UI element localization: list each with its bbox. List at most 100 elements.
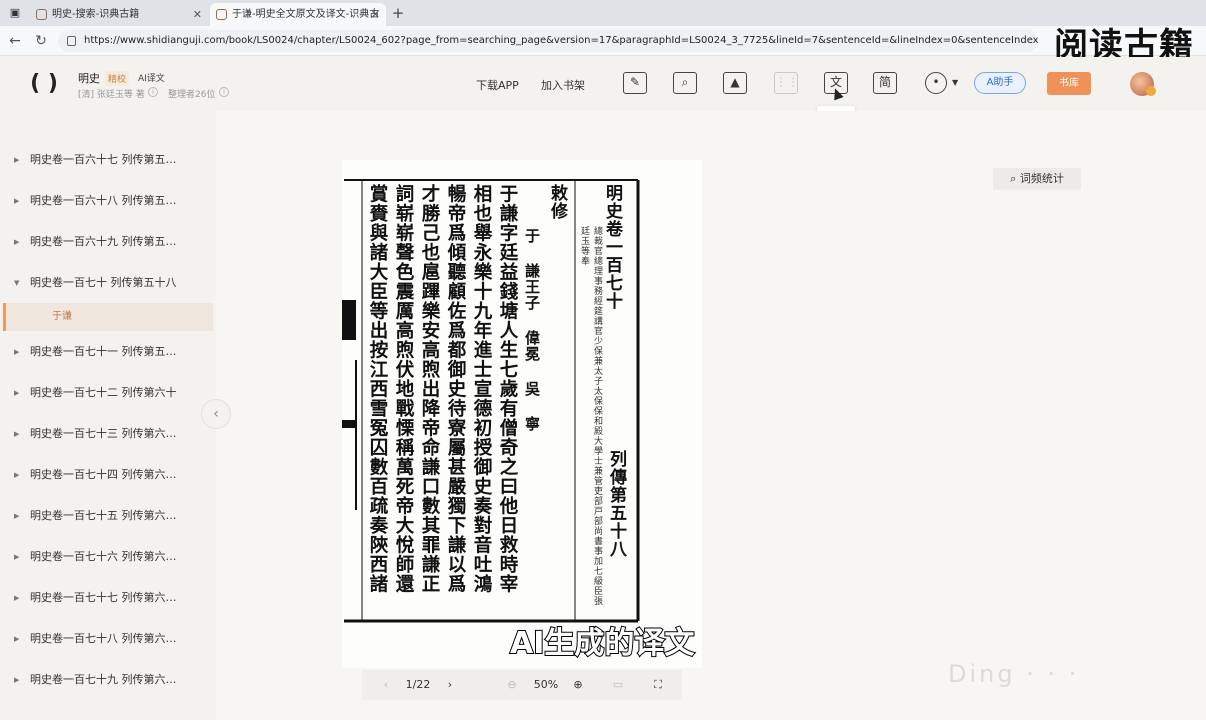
video-subtitle: AI生成的译文 xyxy=(509,625,695,662)
download-app-link[interactable]: 下载APP xyxy=(476,77,519,93)
zoom-in-icon[interactable]: ⊕ xyxy=(568,670,588,700)
toc-item-label: 明史卷一百七十九 列传第六… xyxy=(30,673,177,686)
zoom-out-icon[interactable]: ⊖ xyxy=(502,670,522,700)
simplified-chinese-button[interactable]: 简 xyxy=(873,72,897,94)
chevron-right-icon: ▶ xyxy=(14,553,20,561)
word-frequency-button[interactable]: ⌕ 词频统计 xyxy=(993,168,1081,190)
actual-size-icon[interactable]: ▭ xyxy=(608,670,628,700)
zoom-level: 50% xyxy=(533,678,559,691)
chevron-right-icon: ▶ xyxy=(14,676,20,684)
ai-assistant-button[interactable]: A助手 xyxy=(974,72,1026,94)
search-icon[interactable]: ⌕ xyxy=(673,72,697,94)
toc-item-label: 明史卷一百七十三 列传第六… xyxy=(30,427,177,440)
toc-subitem-active[interactable]: 于谦 xyxy=(3,303,213,331)
scan-column: 敕修 xyxy=(547,184,567,220)
scan-column: 賞賚與諸大臣等出按江西雪冤囚數百疏奏陝西諸 xyxy=(367,184,388,594)
scan-column: 列傳第五十八 xyxy=(606,450,626,558)
toc-item[interactable]: ▶ 明史卷一百六十七 列传第五… xyxy=(0,145,216,175)
toc-item-label: 明史卷一百六十八 列传第五… xyxy=(30,194,177,207)
toc-item-label: 明史卷一百七十一 列传第五… xyxy=(30,345,177,358)
chevron-down-icon[interactable]: ▼ xyxy=(952,78,958,87)
image-view-icon[interactable]: ▲ xyxy=(723,72,747,94)
chevron-right-icon: ▶ xyxy=(14,348,20,356)
close-icon[interactable]: ✕ xyxy=(371,3,380,26)
site-favicon-icon xyxy=(216,9,227,20)
add-to-shelf-link[interactable]: 加入书架 xyxy=(541,77,585,93)
toc-item[interactable]: ▶ 明史卷一百七十四 列传第六… xyxy=(0,460,216,490)
toc-item-label: 明史卷一百七十七 列传第六… xyxy=(30,591,177,604)
prev-page-icon[interactable]: ‹ xyxy=(376,670,396,700)
annotate-pen-icon[interactable]: ✎ xyxy=(623,72,647,94)
toc-item[interactable]: ▶ 明史卷一百七十八 列传第六… xyxy=(0,624,216,654)
toc-item[interactable]: ▶ 明史卷一百七十七 列传第六… xyxy=(0,583,216,613)
search-icon: ⌕ xyxy=(1010,172,1020,185)
address-bar: ← ↻ https://www.shidianguji.com/book/LS0… xyxy=(0,26,1206,56)
collapse-sidebar-button[interactable]: ‹ xyxy=(201,399,231,429)
toc-item[interactable]: ▶ 明史卷一百七十六 列传第六… xyxy=(0,542,216,572)
scan-column: 于 謙王子 偉冕 吳 寧 xyxy=(523,228,541,432)
tab-title: 明史-搜索-识典古籍 xyxy=(52,9,140,20)
close-icon[interactable]: ✕ xyxy=(193,3,202,26)
book-sorters: 整理者26位 xyxy=(168,90,216,100)
url-input[interactable]: https://www.shidianguji.com/book/LS0024/… xyxy=(58,30,1038,52)
ai-translation-badge: AI译文 xyxy=(138,74,165,84)
chevron-right-icon: ▶ xyxy=(14,156,20,164)
toc-item[interactable]: ▶ 明史卷一百七十九 列传第六… xyxy=(0,665,216,695)
toc-item-label: 明史卷一百七十四 列传第六… xyxy=(30,468,177,481)
word-frequency-label: 词频统计 xyxy=(1019,172,1064,185)
toc-item[interactable]: ▶ 明史卷一百七十二 列传第六十 xyxy=(0,378,216,408)
chevron-right-icon: ▶ xyxy=(14,389,20,397)
vertical-layout-icon[interactable]: ⋮⋮ xyxy=(774,72,799,94)
toc-item[interactable]: ▶ 明史卷一百七十一 列传第五… xyxy=(0,337,216,367)
library-button[interactable]: 书库 xyxy=(1047,72,1091,95)
toc-item-label: 明史卷一百七十八 列传第六… xyxy=(30,632,177,645)
scan-column: 總裁官總理事務經筵講官少保兼太子太保保和殿大學士兼管吏部戸部尚書事加七級臣張廷玉… xyxy=(579,226,602,606)
chevron-down-icon: ▼ xyxy=(14,279,20,287)
scan-column: 才勝己也扈蹕樂安高煦出降帝命謙口數其罪謙正 xyxy=(419,184,440,594)
book-title: 明史 xyxy=(78,72,100,85)
back-arrow-icon[interactable]: ← xyxy=(6,32,24,50)
scan-column: 相也舉永樂十九年進士宣德初授御史奏對音吐鴻 xyxy=(471,184,492,594)
scan-column: 暢帝爲傾聽顧佐爲都御史待寮屬甚嚴獨下謙以爲 xyxy=(445,184,466,594)
book-author: [清] 张廷玉等 著 xyxy=(78,90,145,100)
next-page-icon[interactable]: › xyxy=(440,670,460,700)
toc-item-label: 明史卷一百七十二 列传第六十 xyxy=(30,386,177,399)
table-of-contents: ▶ 明史卷一百六十七 列传第五… ▶ 明史卷一百六十八 列传第五… ▶ 明史卷一百六十… xyxy=(0,111,216,720)
site-header: ( ) 明史 精校 AI译文 [清] 张廷玉等 著 i 整理者26位 i 下载A… xyxy=(0,57,1206,111)
info-icon[interactable]: i xyxy=(148,87,158,97)
toc-item[interactable]: ▶ 明史卷一百七十三 列传第六… xyxy=(0,419,216,449)
url-text: https://www.shidianguji.com/book/LS0024/… xyxy=(84,35,1038,46)
watermark-logo: Ding · · · xyxy=(948,660,1080,688)
chevron-right-icon: ▶ xyxy=(14,512,20,520)
chevron-right-icon: ▶ xyxy=(14,471,20,479)
site-logo[interactable]: ( ) xyxy=(30,70,58,98)
window-menu-icon[interactable]: ▣ xyxy=(6,4,24,22)
browser-tab-article[interactable]: 于谦-明史全文原文及译文-识典古 ✕ xyxy=(210,3,386,26)
theme-icon[interactable]: • xyxy=(925,72,947,94)
chevron-right-icon: ▶ xyxy=(14,594,20,602)
chevron-right-icon: ▶ xyxy=(14,197,20,205)
lock-icon xyxy=(67,36,76,46)
toc-item[interactable]: ▶ 明史卷一百七十五 列传第六… xyxy=(0,501,216,531)
new-tab-button[interactable]: + xyxy=(388,3,408,23)
scanned-page-image[interactable]: 明史卷一百七十 列傳第五十八 總裁官總理事務經筵講官少保兼太子太保保和殿大學士兼… xyxy=(342,160,702,668)
toc-item-expanded[interactable]: ▼ 明史卷一百七十 列传第五十八 xyxy=(0,268,216,298)
browser-tab-search[interactable]: 明史-搜索-识典古籍 ✕ xyxy=(30,3,208,26)
info-icon[interactable]: i xyxy=(219,87,229,97)
browser-tab-bar: ▣ 明史-搜索-识典古籍 ✕ 于谦-明史全文原文及译文-识典古 ✕ + xyxy=(0,0,1206,26)
toc-item-label: 明史卷一百七十六 列传第六… xyxy=(30,550,177,563)
toc-item-label: 明史卷一百七十五 列传第六… xyxy=(30,509,177,522)
page-indicator: 1/22 xyxy=(405,678,431,691)
site-favicon-icon xyxy=(36,9,47,20)
page-controls: ‹ 1/22 › ⊖ 50% ⊕ ▭ ⛶ xyxy=(362,670,682,700)
fullscreen-icon[interactable]: ⛶ xyxy=(648,670,668,700)
fine-edition-badge: 精校 xyxy=(105,71,130,86)
chevron-right-icon: ▶ xyxy=(14,430,20,438)
toc-item[interactable]: ▶ 明史卷一百六十八 列传第五… xyxy=(0,186,216,216)
scan-column: 詞崭崭聲色震厲高煦伏地戰慄稱萬死帝大悅師還 xyxy=(393,184,414,594)
refresh-icon[interactable]: ↻ xyxy=(32,32,50,50)
toc-item-label: 明史卷一百七十 列传第五十八 xyxy=(30,276,177,289)
chevron-right-icon: ▶ xyxy=(14,635,20,643)
toc-item-label: 明史卷一百六十七 列传第五… xyxy=(30,153,177,166)
toc-item[interactable]: ▶ 明史卷一百六十九 列传第五… xyxy=(0,227,216,257)
